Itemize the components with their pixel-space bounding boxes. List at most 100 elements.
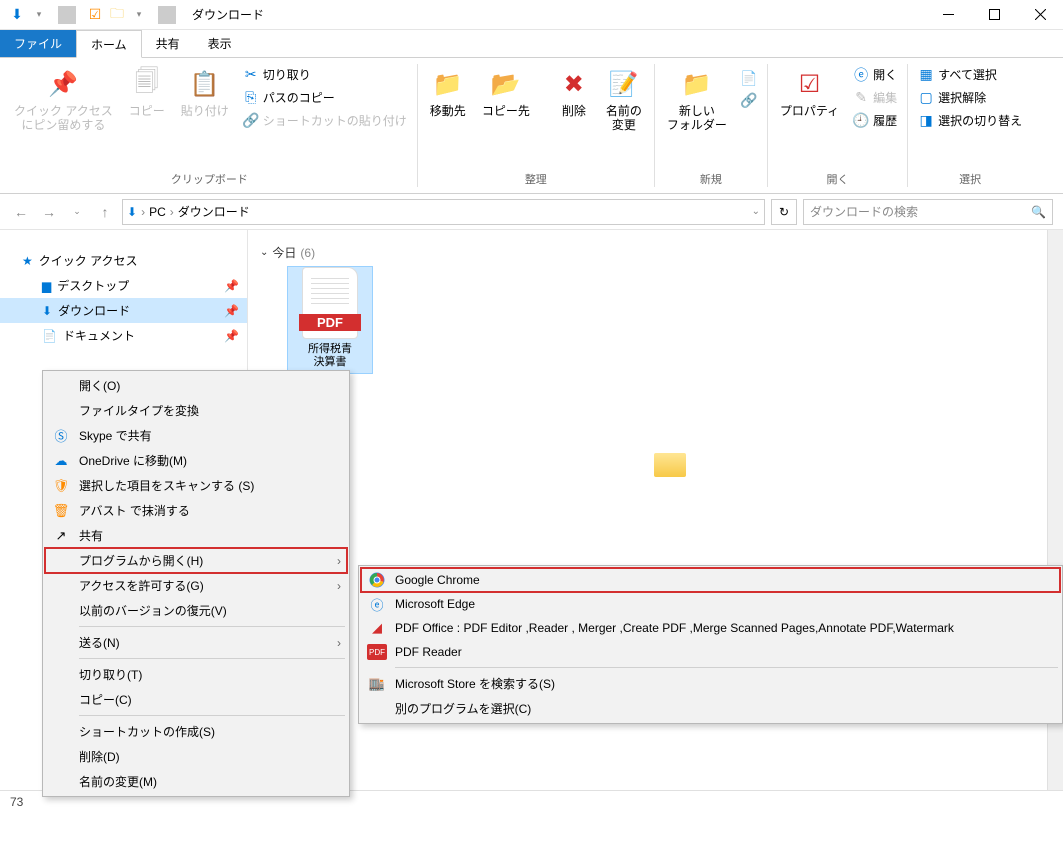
easy-access-icon: 🔗 (741, 92, 757, 108)
copy-button[interactable]: 🗐 コピー (123, 64, 171, 122)
move-to-button[interactable]: 📁移動先 (424, 64, 472, 122)
ctx-cut[interactable]: 切り取り(T) (45, 662, 347, 687)
copy-to-button[interactable]: 📂コピー先 (476, 64, 536, 122)
breadcrumb-dropdown[interactable]: ⌄ (752, 206, 760, 217)
rename-icon: 📝 (608, 68, 640, 100)
minimize-button[interactable] (925, 0, 971, 30)
nav-back-button[interactable]: ← (10, 204, 32, 220)
folder-small-icon[interactable]: 🗀 (108, 6, 126, 24)
file-label: 所得税青 決算書 (288, 343, 372, 373)
search-input[interactable]: ダウンロードの検索 🔍 (803, 199, 1053, 225)
breadcrumb-pc[interactable]: PC (149, 205, 166, 219)
ctx-send-to[interactable]: 送る(N)› (45, 630, 347, 655)
new-item-button[interactable]: 📄 (737, 68, 761, 88)
sidebar-item-desktop[interactable]: ▆ デスクトップ 📌 (0, 273, 247, 298)
copy-path-button[interactable]: ⎘パスのコピー (239, 87, 411, 108)
ribbon-group-select: ▦すべて選択 ▢選択解除 ◨選択の切り替え 選択 (912, 62, 1028, 189)
down-arrow-icon[interactable]: ⬇ (8, 6, 26, 24)
maximize-button[interactable] (971, 0, 1017, 30)
easy-access-button[interactable]: 🔗 (737, 90, 761, 110)
ctx-create-shortcut[interactable]: ショートカットの作成(S) (45, 719, 347, 744)
history-button[interactable]: 🕘履歴 (849, 110, 901, 131)
select-all-button[interactable]: ▦すべて選択 (914, 64, 1026, 85)
sidebar-item-quick-access[interactable]: ★ クイック アクセス (0, 248, 247, 273)
nav-forward-button[interactable]: → (38, 204, 60, 220)
tab-home[interactable]: ホーム (76, 30, 142, 58)
tab-view[interactable]: 表示 (194, 30, 246, 57)
qat-overflow-icon[interactable]: ▾ (130, 6, 148, 24)
ctx-ms-store[interactable]: 🏬Microsoft Store を検索する(S) (361, 671, 1060, 696)
open-button[interactable]: ⓔ開く (849, 64, 901, 85)
ctx-app-pdf-reader[interactable]: PDFPDF Reader (361, 640, 1060, 664)
history-icon: 🕘 (853, 113, 869, 129)
menu-tabs: ファイル ホーム 共有 表示 (0, 30, 1063, 58)
paste-button[interactable]: 📋 貼り付け (175, 64, 235, 122)
paste-shortcut-button[interactable]: 🔗ショートカットの貼り付け (239, 110, 411, 131)
ctx-app-pdf-office[interactable]: ◢PDF Office : PDF Editor ,Reader , Merge… (361, 616, 1060, 640)
ctx-open[interactable]: 開く(O) (45, 373, 347, 398)
ctx-app-chrome[interactable]: Google Chrome (361, 568, 1060, 592)
qat-dropdown-icon[interactable]: ▾ (30, 6, 48, 24)
breadcrumb-downloads[interactable]: ダウンロード (178, 203, 250, 220)
breadcrumb[interactable]: ⬇ › PC › ダウンロード ⌄ (122, 199, 765, 225)
select-none-button[interactable]: ▢選択解除 (914, 87, 1026, 108)
delete-button[interactable]: ✖削除 (552, 64, 596, 122)
ctx-app-edge[interactable]: ⓔMicrosoft Edge (361, 592, 1060, 616)
invert-selection-button[interactable]: ◨選択の切り替え (914, 110, 1026, 131)
pin-icon: 📌 (224, 279, 239, 293)
edit-button[interactable]: ✎編集 (849, 87, 901, 108)
ctx-copy[interactable]: コピー(C) (45, 687, 347, 712)
select-all-icon: ▦ (918, 67, 934, 83)
chevron-right-icon: › (141, 205, 145, 219)
ctx-rename[interactable]: 名前の変更(M) (45, 769, 347, 794)
ctx-onedrive[interactable]: ☁OneDrive に移動(M) (45, 448, 347, 473)
pdf-app-icon: ◢ (367, 620, 387, 636)
chevron-right-icon: › (337, 554, 341, 568)
refresh-button[interactable]: ↻ (771, 199, 797, 225)
chrome-icon (367, 572, 387, 588)
nav-up-button[interactable]: ↑ (94, 204, 116, 220)
ctx-choose-other[interactable]: 別のプログラムを選択(C) (361, 696, 1060, 721)
ctx-delete[interactable]: 削除(D) (45, 744, 347, 769)
context-submenu-open-with: Google Chrome ⓔMicrosoft Edge ◢PDF Offic… (358, 565, 1063, 724)
ctx-share[interactable]: ↗共有 (45, 523, 347, 548)
ctx-change-type[interactable]: ファイルタイプを変換 (45, 398, 347, 423)
tab-file[interactable]: ファイル (0, 30, 76, 57)
ribbon: 📌 クイック アクセス にピン留めする 🗐 コピー 📋 貼り付け ✂切り取り ⎘… (0, 58, 1063, 194)
new-folder-button[interactable]: 📁新しい フォルダー (661, 64, 733, 137)
quick-access-toolbar: ⬇ ▾ ☑ 🗀 ▾ (8, 6, 182, 24)
pin-quick-access-button[interactable]: 📌 クイック アクセス にピン留めする (8, 64, 119, 137)
checkbox-icon[interactable]: ☑ (86, 6, 104, 24)
delete-icon: ✖ (558, 68, 590, 100)
pin-icon: 📌 (224, 329, 239, 343)
item-count: 73 (10, 795, 23, 809)
ctx-grant-access[interactable]: アクセスを許可する(G)› (45, 573, 347, 598)
shortcut-icon: 🔗 (243, 113, 259, 129)
sidebar-item-downloads[interactable]: ⬇ ダウンロード 📌 (0, 298, 247, 323)
file-item-pdf[interactable]: 所得税青 決算書 (288, 267, 372, 373)
ctx-skype[interactable]: ⓈSkype で共有 (45, 423, 347, 448)
ctx-restore[interactable]: 以前のバージョンの復元(V) (45, 598, 347, 623)
ctx-avast[interactable]: 🗑アバスト で抹消する (45, 498, 347, 523)
folder-item[interactable] (288, 453, 1051, 477)
nav-recent-button[interactable]: ⌄ (66, 206, 88, 217)
rename-button[interactable]: 📝名前の 変更 (600, 64, 648, 137)
chevron-down-icon: ⌄ (260, 247, 268, 258)
cut-button[interactable]: ✂切り取り (239, 64, 411, 85)
properties-button[interactable]: ☑プロパティ (774, 64, 845, 122)
down-arrow-icon: ⬇ (42, 304, 52, 318)
edge-icon: ⓔ (367, 596, 387, 612)
group-header-today[interactable]: ⌄ 今日 (6) (260, 244, 1051, 261)
star-icon: ★ (22, 254, 33, 268)
ctx-open-with[interactable]: プログラムから開く(H)› (45, 548, 347, 573)
scissors-icon: ✂ (243, 67, 259, 83)
edit-icon: ✎ (853, 90, 869, 106)
copy-folder-icon: 📂 (490, 68, 522, 100)
new-folder-icon: 📁 (681, 68, 713, 100)
paste-icon: 📋 (189, 68, 221, 100)
close-button[interactable] (1017, 0, 1063, 30)
tab-share[interactable]: 共有 (142, 30, 194, 57)
ctx-scan[interactable]: 🛡選択した項目をスキャンする (S) (45, 473, 347, 498)
sidebar-item-documents[interactable]: 📄 ドキュメント 📌 (0, 323, 247, 348)
window-controls (925, 0, 1063, 30)
